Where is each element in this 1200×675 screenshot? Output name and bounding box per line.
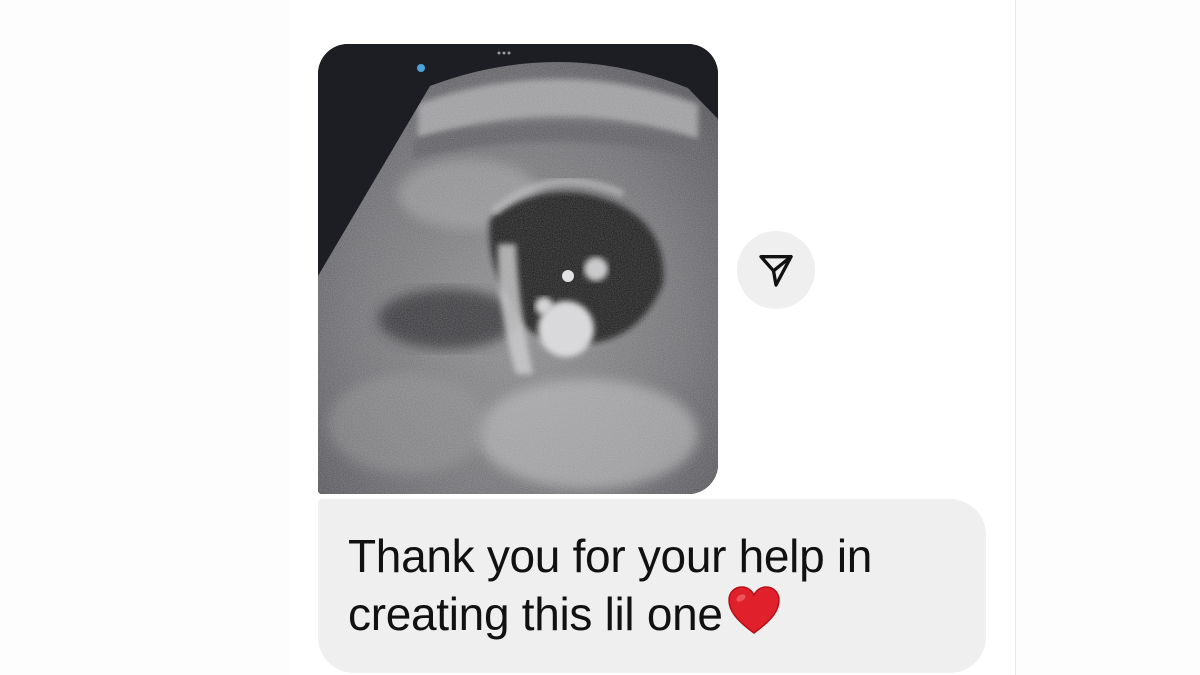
left-margin bbox=[0, 0, 290, 675]
share-button[interactable] bbox=[737, 231, 815, 309]
right-margin bbox=[1015, 0, 1200, 675]
text-message-bubble[interactable]: Thank you for your help in creating this… bbox=[318, 499, 986, 673]
dm-screen: Thank you for your help in creating this… bbox=[0, 0, 1200, 675]
ultrasound-scan-image bbox=[318, 44, 718, 494]
red-heart-icon bbox=[727, 586, 781, 649]
photo-message[interactable] bbox=[318, 44, 718, 494]
message-body: Thank you for your help in creating this… bbox=[348, 530, 873, 640]
send-arrow-icon bbox=[759, 255, 793, 287]
message-text: Thank you for your help in creating this… bbox=[348, 527, 956, 649]
